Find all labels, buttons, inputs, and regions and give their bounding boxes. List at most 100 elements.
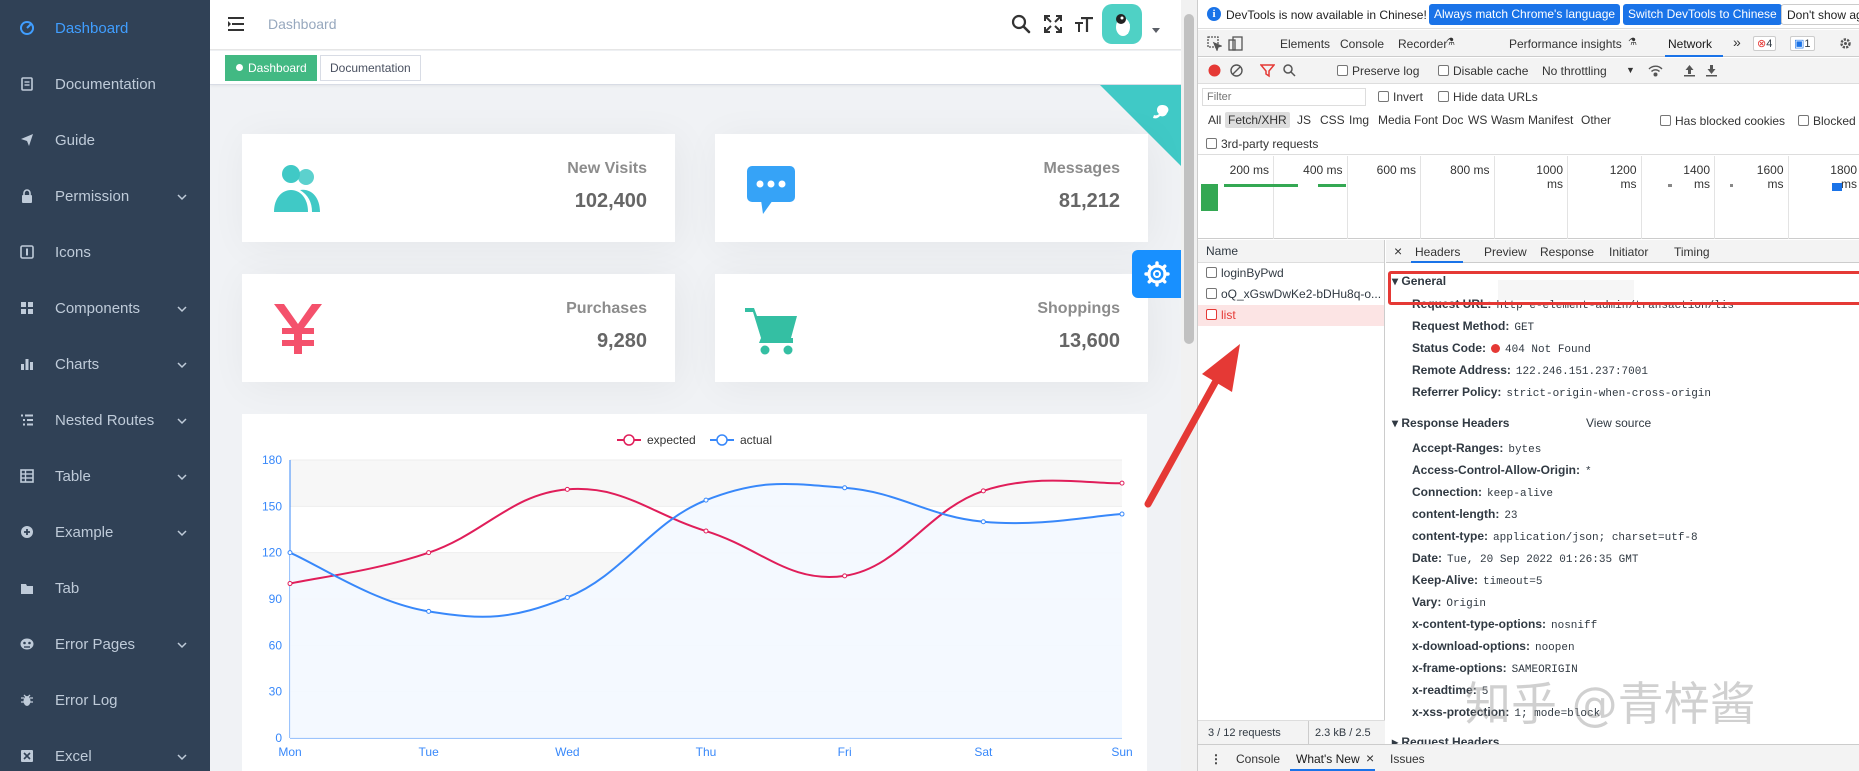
type-filter-other[interactable]: Other [1578,112,1614,128]
type-filter-doc[interactable]: Doc [1439,112,1466,128]
throttling-select[interactable]: No throttling [1542,64,1607,78]
sidebar-item-guide[interactable]: Guide [0,112,210,168]
network-conditions-icon[interactable] [1648,63,1663,78]
card-messages[interactable]: Messages 81,212 [715,134,1148,242]
third-party-checkbox[interactable]: 3rd-party requests [1206,137,1318,151]
text-size-icon[interactable] [1073,13,1095,35]
tab-recorder[interactable]: Recorder [1398,37,1447,51]
tab-response[interactable]: Response [1540,245,1594,259]
filter-input[interactable] [1202,88,1366,106]
header-row[interactable]: Access-Control-Allow-Origin: * [1412,463,1592,478]
more-tabs-icon[interactable]: » [1733,34,1741,50]
has-blocked-cookies-checkbox[interactable]: Has blocked cookies [1660,114,1785,128]
tab-performance-insights[interactable]: Performance insights [1509,37,1622,51]
sidebar-item-permission[interactable]: Permission [0,168,210,224]
header-row[interactable]: Date: Tue, 20 Sep 2022 01:26:35 GMT [1412,551,1638,566]
device-toolbar-icon[interactable] [1228,36,1243,51]
header-row[interactable]: content-type: application/json; charset=u… [1412,529,1698,544]
header-row[interactable]: content-length: 23 [1412,507,1518,522]
sidebar-item-error-log[interactable]: Error Log [0,672,210,728]
type-filter-fetch-xhr[interactable]: Fetch/XHR [1225,112,1290,128]
card-new-visits[interactable]: New Visits 102,400 [242,134,675,242]
type-filter-media[interactable]: Media [1375,112,1414,128]
header-row[interactable]: Vary: Origin [1412,595,1486,610]
type-filter-img[interactable]: Img [1346,112,1372,128]
tab-headers[interactable]: Headers [1415,245,1460,259]
messages-badge[interactable]: ▣1 [1790,36,1815,51]
throttle-caret-icon[interactable]: ▼ [1626,65,1635,75]
tab-console[interactable]: Console [1340,37,1384,51]
name-column-header[interactable]: Name [1198,240,1384,263]
drawer-tab-whats-new[interactable]: What's New [1296,752,1360,766]
export-har-icon[interactable] [1704,63,1719,78]
header-row[interactable]: x-content-type-options: nosniff [1412,617,1597,632]
sidebar-item-documentation[interactable]: Documentation [0,56,210,112]
type-filter-manifest[interactable]: Manifest [1525,112,1576,128]
type-filter-css[interactable]: CSS [1317,112,1348,128]
sidebar-item-nested-routes[interactable]: Nested Routes [0,392,210,448]
request-row[interactable]: loginByPwd [1198,263,1384,284]
type-filter-all[interactable]: All [1205,112,1224,128]
record-icon[interactable] [1207,63,1222,78]
filter-icon[interactable] [1259,63,1276,78]
fullscreen-icon[interactable] [1042,13,1064,35]
tag-documentation[interactable]: Documentation [320,55,421,81]
import-har-icon[interactable] [1682,63,1697,78]
dont-show-button[interactable]: Don't show ag [1781,4,1859,25]
header-row[interactable]: x-download-options: noopen [1412,639,1575,654]
hide-data-urls-checkbox[interactable]: Hide data URLs [1438,90,1538,104]
request-row[interactable]: oQ_xGswDwKe2-bDHu8q-o... [1198,284,1384,305]
request-row[interactable]: list [1198,305,1384,326]
network-timeline[interactable]: 200 ms 400 ms 600 ms 800 ms 1000 ms 1200 ms 14… [1198,156,1859,239]
avatar[interactable] [1102,4,1142,44]
card-shoppings[interactable]: Shoppings 13,600 [715,274,1148,382]
avatar-caret-icon[interactable] [1152,28,1160,33]
response-headers-section-header[interactable]: ▾ Response Headers [1392,416,1509,430]
tab-elements[interactable]: Elements [1280,37,1330,51]
hamburger-icon[interactable] [226,14,246,34]
sidebar-item-error-pages[interactable]: Error Pages [0,616,210,672]
drawer-tab-console[interactable]: Console [1236,752,1280,766]
errors-badge[interactable]: ⊗4 [1753,36,1777,51]
blocked-checkbox[interactable]: Blocked [1798,114,1856,128]
drawer-menu-icon[interactable]: ⋮ [1210,752,1222,766]
settings-gear-button[interactable] [1132,250,1181,298]
tab-timing[interactable]: Timing [1674,245,1710,259]
header-row[interactable]: Connection: keep-alive [1412,485,1553,500]
scroll-thumb[interactable] [1184,14,1194,344]
switch-chinese-button[interactable]: Switch DevTools to Chinese [1623,4,1782,25]
request-headers-section-header[interactable]: ▸ Request Headers [1392,735,1499,744]
close-icon[interactable]: × [1366,750,1374,766]
sidebar-item-tab[interactable]: Tab [0,560,210,616]
search-icon[interactable] [1282,63,1297,78]
disable-cache-checkbox[interactable]: Disable cache [1438,64,1528,78]
close-icon[interactable]: × [1394,243,1402,259]
header-row[interactable]: Referrer Policy: strict-origin-when-cross… [1412,385,1711,400]
header-row[interactable]: Keep-Alive: timeout=5 [1412,573,1542,588]
header-row[interactable]: Accept-Ranges: bytes [1412,441,1541,456]
type-filter-js[interactable]: JS [1294,112,1314,128]
type-filter-ws[interactable]: WS [1465,112,1490,128]
sidebar-item-excel[interactable]: Excel [0,728,210,771]
search-icon[interactable] [1010,13,1032,35]
type-filter-wasm[interactable]: Wasm [1488,112,1528,128]
header-row[interactable]: Remote Address: 122.246.151.237:7001 [1412,363,1648,378]
tab-initiator[interactable]: Initiator [1609,245,1648,259]
type-filter-font[interactable]: Font [1411,112,1441,128]
preserve-log-checkbox[interactable]: Preserve log [1337,64,1419,78]
inspect-icon[interactable] [1207,36,1223,52]
sidebar-item-icons[interactable]: Icons [0,224,210,280]
tab-network[interactable]: Network [1668,37,1712,51]
view-source-link[interactable]: View source [1586,416,1651,430]
invert-checkbox[interactable]: Invert [1378,90,1423,104]
header-row[interactable]: Status Code: 404 Not Found [1412,341,1591,356]
drawer-tab-issues[interactable]: Issues [1390,752,1425,766]
tag-dashboard[interactable]: Dashboard [225,55,317,81]
sidebar-item-table[interactable]: Table [0,448,210,504]
header-row[interactable]: Request Method: GET [1412,319,1534,334]
clear-icon[interactable] [1229,63,1244,78]
settings-icon[interactable] [1838,36,1853,51]
sidebar-item-components[interactable]: Components [0,280,210,336]
sidebar-item-example[interactable]: Example [0,504,210,560]
card-purchases[interactable]: Purchases 9,280 [242,274,675,382]
